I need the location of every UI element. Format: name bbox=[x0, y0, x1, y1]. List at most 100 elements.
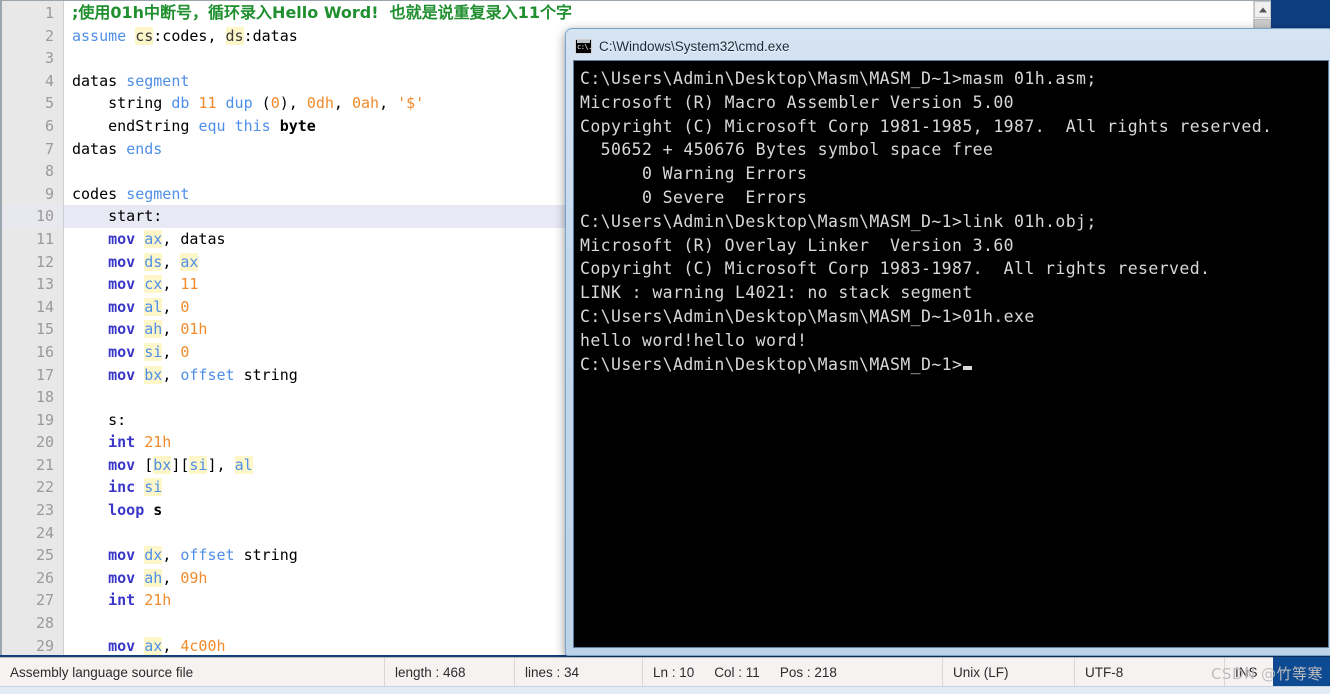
code-line[interactable]: ;使用01h中断号，循环录入Hello Word! 也就是说重复录入11个字 bbox=[64, 2, 1271, 25]
line-number: 3 bbox=[44, 49, 54, 68]
line-number: 16 bbox=[35, 342, 54, 361]
code-token: , bbox=[162, 320, 181, 339]
code-token: mov bbox=[108, 546, 136, 565]
console-icon-glyph: c:\. bbox=[577, 42, 592, 51]
status-bar-bottom-strip bbox=[0, 686, 1330, 694]
line-number: 26 bbox=[35, 568, 54, 587]
code-token: ], bbox=[207, 455, 235, 474]
status-encoding[interactable]: UTF-8 bbox=[1075, 657, 1225, 687]
code-token: cx bbox=[144, 275, 163, 294]
code-token: equ bbox=[198, 116, 226, 135]
line-number: 20 bbox=[35, 433, 54, 452]
code-token: , bbox=[162, 365, 181, 384]
line-number: 25 bbox=[35, 546, 54, 565]
code-token: mov bbox=[108, 252, 136, 271]
code-token: mov bbox=[108, 275, 136, 294]
code-token: , datas bbox=[162, 229, 226, 248]
code-token: 0 bbox=[180, 342, 190, 361]
status-bar: Assembly language source file length : 4… bbox=[0, 657, 1330, 687]
line-number: 4 bbox=[44, 71, 54, 90]
code-token: 21h bbox=[144, 591, 172, 610]
code-token: mov bbox=[108, 568, 136, 587]
code-token: , bbox=[379, 94, 398, 113]
console-line: 50652 + 450676 Bytes symbol space free bbox=[580, 140, 994, 160]
code-token: cs bbox=[135, 26, 154, 45]
chevron-up-icon bbox=[1258, 7, 1267, 12]
line-number: 12 bbox=[35, 252, 54, 271]
code-token: mov bbox=[108, 365, 136, 384]
code-token: 01h bbox=[180, 320, 208, 339]
code-token: bx bbox=[144, 365, 163, 384]
code-token: ah bbox=[144, 320, 163, 339]
code-token: ds bbox=[144, 252, 163, 271]
command-prompt-window[interactable]: c:\. C:\Windows\System32\cmd.exe C:\User… bbox=[565, 28, 1330, 656]
code-token: [ bbox=[135, 455, 154, 474]
line-number: 2 bbox=[44, 26, 54, 45]
console-line: Microsoft (R) Macro Assembler Version 5.… bbox=[580, 92, 1015, 112]
line-number: 21 bbox=[35, 455, 54, 474]
console-line: Copyright (C) Microsoft Corp 1983-1987. … bbox=[580, 259, 1211, 279]
code-token: ds bbox=[225, 26, 244, 45]
line-number: 29 bbox=[35, 636, 54, 655]
line-number: 10 bbox=[2, 205, 63, 228]
code-token: 11 bbox=[198, 94, 217, 113]
code-token: ax bbox=[144, 636, 163, 655]
code-token: mov bbox=[108, 636, 136, 655]
code-token: int bbox=[108, 433, 136, 452]
console-line: Copyright (C) Microsoft Corp 1981-1985, … bbox=[580, 116, 1273, 136]
console-line: C:\Users\Admin\Desktop\Masm\MASM_D~1>mas… bbox=[580, 69, 1097, 88]
cmd-title-bar[interactable]: c:\. C:\Windows\System32\cmd.exe bbox=[575, 35, 790, 57]
code-token: , bbox=[162, 342, 181, 361]
code-token: segment bbox=[126, 71, 190, 90]
code-token: , bbox=[162, 275, 181, 294]
scroll-up-button[interactable] bbox=[1254, 1, 1271, 18]
code-token: ah bbox=[144, 568, 163, 587]
code-token: ), bbox=[279, 94, 307, 113]
code-token: ][ bbox=[171, 455, 190, 474]
status-file-type: Assembly language source file bbox=[0, 657, 385, 687]
code-token: byte bbox=[279, 116, 316, 135]
line-number: 23 bbox=[35, 501, 54, 520]
code-token: , bbox=[162, 297, 181, 316]
line-number: 19 bbox=[35, 410, 54, 429]
status-pos: Pos : 218 bbox=[779, 664, 837, 680]
code-token: , bbox=[333, 94, 352, 113]
code-token: dup bbox=[225, 94, 253, 113]
code-token: start: bbox=[72, 207, 163, 226]
code-token: offset bbox=[180, 365, 235, 384]
code-token: segment bbox=[126, 184, 190, 203]
cmd-title-text: C:\Windows\System32\cmd.exe bbox=[599, 38, 790, 54]
line-number: 17 bbox=[35, 365, 54, 384]
code-token: mov bbox=[108, 229, 136, 248]
console-line: C:\Users\Admin\Desktop\Masm\MASM_D~1>01h… bbox=[580, 306, 1035, 326]
console-line: hello word!hello word! bbox=[580, 330, 808, 350]
code-token: s: bbox=[72, 410, 127, 429]
line-number: 18 bbox=[35, 388, 54, 407]
code-token: mov bbox=[108, 455, 136, 474]
line-number-gutter: 1 2 3 4 5 6 7 8 9 10 11 12 13 14 15 16 17 18 19 20 21 22 23 24 2… bbox=[2, 1, 64, 655]
code-token: assume bbox=[72, 26, 136, 45]
code-token: :codes, bbox=[153, 26, 226, 45]
console-line: 0 Severe Errors bbox=[580, 187, 808, 207]
code-token: mov bbox=[108, 297, 136, 316]
status-length: length : 468 bbox=[385, 657, 515, 687]
console-output[interactable]: C:\Users\Admin\Desktop\Masm\MASM_D~1>mas… bbox=[573, 60, 1329, 648]
status-line-ending[interactable]: Unix (LF) bbox=[943, 657, 1075, 687]
